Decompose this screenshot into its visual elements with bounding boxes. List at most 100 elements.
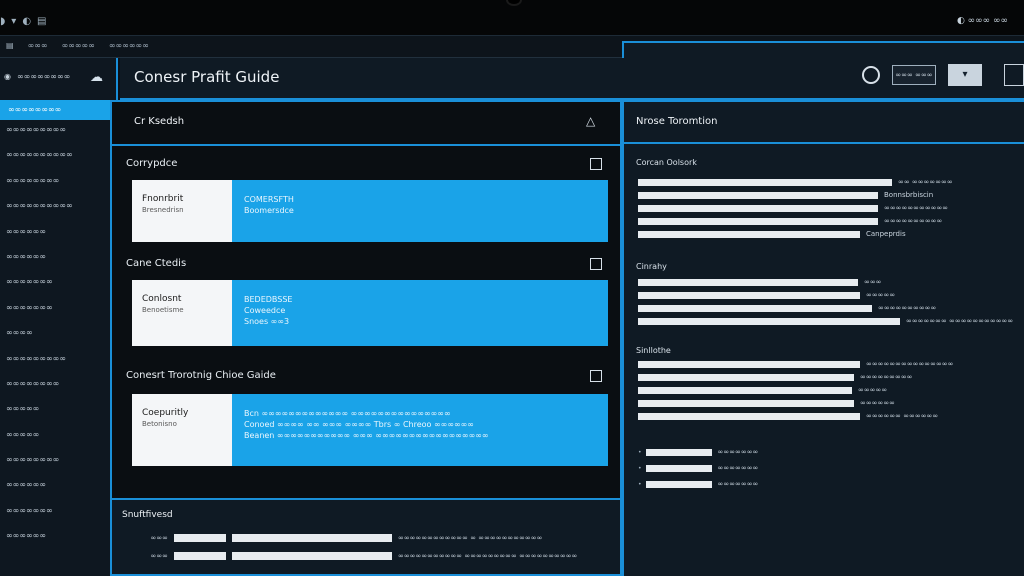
- group-title: Corrypdce: [126, 158, 178, 169]
- menu-item-1[interactable]: ∞∞∞: [28, 41, 48, 50]
- card-detail-block: Bcn ∞∞∞∞∞∞∞∞∞∞∞∞∞ ∞∞∞∞∞∞∞∞∞∞∞∞∞∞∞ Conoed…: [232, 394, 608, 466]
- divider: [624, 142, 1024, 144]
- sidebar-brand-icon: ◉: [4, 72, 11, 81]
- sidebar-item[interactable]: ∞∞∞∞∞∞∞∞: [0, 378, 73, 403]
- checkbox[interactable]: [590, 158, 602, 170]
- card-line: Boomersdce: [244, 206, 294, 215]
- page-title: Conesr Prafit Guide: [134, 68, 280, 86]
- summary-title: Snuftfivesd: [122, 510, 173, 520]
- right-row: Canpeprdis: [638, 230, 906, 238]
- checkbox[interactable]: [590, 370, 602, 382]
- right-row-value: ∞∞∞∞∞∞∞∞∞∞: [878, 304, 937, 312]
- card-left-subtitle: Betonisno: [142, 420, 177, 428]
- summary-row-label: ∞∞∞: [150, 534, 169, 542]
- sidebar-item[interactable]: ∞∞∞∞∞∞∞: [0, 302, 73, 327]
- card-label-block: Coepuritly Betonisno: [132, 394, 232, 466]
- sidebar-item[interactable]: ∞∞∞∞∞∞: [0, 251, 73, 276]
- value-bar: [638, 399, 854, 407]
- app-icon[interactable]: ◗: [0, 16, 5, 27]
- value-bar: [638, 230, 860, 238]
- card-label-block: Fnonrbrit Bresnedrisn: [132, 180, 232, 242]
- right-row-value: ∞∞∞∞∞: [858, 386, 888, 394]
- checkbox[interactable]: [590, 258, 602, 270]
- right-row: ∞∞∞∞∞∞ ∞∞∞∞∞∞: [638, 412, 938, 420]
- value-bar: [638, 191, 878, 199]
- value-bar: [645, 464, 712, 472]
- summary-bar: [174, 552, 226, 560]
- right-row-value: ∞∞∞: [864, 278, 882, 286]
- right-row: ∞∞ ∞∞∞∞∞∞∞: [638, 178, 953, 186]
- sidebar-item[interactable]: ∞∞∞∞∞∞: [0, 530, 73, 555]
- cloud-icon[interactable]: ☁: [90, 70, 103, 85]
- value-bar: [638, 217, 878, 225]
- card-left-subtitle: Benoetisme: [142, 306, 184, 314]
- right-row: Bonnsbrbiscin: [638, 191, 933, 199]
- card-line: Beanen ∞∞∞∞∞∞∞∞∞∞∞ ∞∞∞ ∞∞∞∞∞∞∞∞∞∞∞∞∞∞∞∞∞: [244, 431, 489, 440]
- menu-grid-icon[interactable]: ▤: [6, 41, 14, 50]
- card-left-title: Fnonrbrit: [142, 194, 184, 204]
- value-bar: [645, 480, 712, 488]
- sidebar-item[interactable]: ∞∞∞∞∞∞∞: [0, 276, 73, 301]
- summary-row-value: ∞∞∞∞∞∞∞∞∞∞∞ ∞∞∞∞∞∞∞∞∞ ∞∞∞∞∞∞∞∞∞∞: [398, 552, 578, 560]
- value-bar: [638, 386, 852, 394]
- right-row: ∞∞∞∞∞∞∞∞∞∞∞∞∞∞∞: [638, 360, 953, 368]
- menu-icon[interactable]: ▤: [37, 16, 46, 27]
- window-top-bar: ◗ ▾ ◐ ▤ ◐ ∞∞∞ ∞∞: [0, 0, 1024, 36]
- value-bar: [638, 373, 854, 381]
- sidebar-item[interactable]: ∞∞∞∞∞∞∞∞∞∞: [0, 149, 73, 174]
- content-card[interactable]: Conlosnt Benoetisme BEDEDBSSE Coweedce S…: [132, 280, 608, 346]
- content-card[interactable]: Fnonrbrit Bresnedrisn COMERSFTH Boomersd…: [132, 180, 608, 242]
- value-bar: [645, 448, 712, 456]
- warning-icon[interactable]: △: [586, 114, 595, 128]
- header-secondary-button[interactable]: ∞∞∞ ∞∞∞: [892, 65, 936, 85]
- right-row-value: Canpeprdis: [866, 230, 906, 238]
- bullet: •: [638, 448, 642, 456]
- header-square-button[interactable]: [1004, 64, 1024, 86]
- sidebar-item[interactable]: ∞∞∞∞∞∞∞∞: [0, 454, 73, 479]
- sidebar-item[interactable]: ∞∞∞∞∞∞∞∞∞: [0, 353, 73, 378]
- sidebar-item[interactable]: ∞∞∞∞∞: [0, 429, 73, 454]
- card-line: BEDEDBSSE: [244, 295, 293, 304]
- sidebar-item[interactable]: ∞∞∞∞∞∞: [0, 479, 73, 504]
- right-row: ∞∞∞∞∞∞∞∞∞∞∞: [638, 204, 948, 212]
- summary-bar: [174, 534, 226, 542]
- status-area: ◐ ∞∞∞ ∞∞: [956, 16, 1008, 26]
- menu-item-3[interactable]: ∞∞∞∞∞∞: [109, 41, 149, 50]
- right-row: ∞∞∞∞∞∞∞∞∞∞: [638, 304, 936, 312]
- sidebar-item[interactable]: ∞∞∞∞∞: [0, 403, 73, 428]
- chevron-down-icon[interactable]: ▾: [11, 16, 16, 27]
- value-bar: [638, 360, 860, 368]
- menu-item-2[interactable]: ∞∞∞∞∞: [62, 41, 95, 50]
- summary-panel: Snuftfivesd ∞∞∞ ∞∞∞∞∞∞∞∞∞∞∞∞ ∞ ∞∞∞∞∞∞∞∞∞…: [110, 500, 622, 576]
- group-title: Conesrt Trorotnig Chioe Gaide: [126, 370, 276, 381]
- summary-row-value: ∞∞∞∞∞∞∞∞∞∞∞∞ ∞ ∞∞∞∞∞∞∞∞∞∞∞: [398, 534, 543, 542]
- sidebar-item[interactable]: ∞∞∞∞∞∞∞∞∞∞: [0, 200, 73, 225]
- value-bar: [638, 204, 878, 212]
- summary-row: ∞∞∞ ∞∞∞∞∞∞∞∞∞∞∞∞ ∞ ∞∞∞∞∞∞∞∞∞∞∞: [136, 534, 542, 542]
- right-row-value: ∞∞∞∞∞: [866, 291, 896, 299]
- header-dropdown-button[interactable]: ▾: [948, 64, 982, 86]
- sidebar-item[interactable]: ∞∞∞∞: [0, 327, 73, 352]
- right-row: ∞∞∞∞∞: [638, 291, 895, 299]
- value-bar: [638, 317, 900, 325]
- content-card[interactable]: Coepuritly Betonisno Bcn ∞∞∞∞∞∞∞∞∞∞∞∞∞ ∞…: [132, 394, 608, 466]
- right-panel: Nrose Toromtion Corcan Oolsork ∞∞ ∞∞∞∞∞∞…: [622, 100, 1024, 576]
- value-bar: [638, 304, 872, 312]
- sidebar-item[interactable]: ∞∞∞∞∞∞∞∞: [0, 175, 73, 200]
- card-left-subtitle: Bresnedrisn: [142, 206, 184, 214]
- summary-row-label: ∞∞∞: [150, 552, 169, 560]
- sidebar-item-active[interactable]: ∞∞∞∞∞∞∞∞: [0, 100, 116, 120]
- sidebar-item[interactable]: ∞∞∞∞∞∞∞: [0, 505, 73, 530]
- card-label-block: Conlosnt Benoetisme: [132, 280, 232, 346]
- sidebar-item[interactable]: ∞∞∞∞∞∞∞∞∞: [0, 124, 73, 149]
- right-row: • ∞∞∞∞∞∞∞: [638, 464, 758, 472]
- right-row: ∞∞∞∞∞∞∞∞∞∞: [638, 217, 942, 225]
- value-bar: [638, 178, 892, 186]
- right-row-value: ∞∞∞∞∞∞∞: [717, 448, 759, 456]
- right-row: • ∞∞∞∞∞∞∞: [638, 448, 758, 456]
- user-icon[interactable]: [862, 66, 880, 84]
- right-section-title: Corcan Oolsork: [636, 158, 697, 167]
- card-line: COMERSFTH: [244, 195, 294, 204]
- globe-icon[interactable]: ◐: [22, 16, 31, 27]
- sidebar-item[interactable]: ∞∞∞∞∞∞: [0, 226, 73, 251]
